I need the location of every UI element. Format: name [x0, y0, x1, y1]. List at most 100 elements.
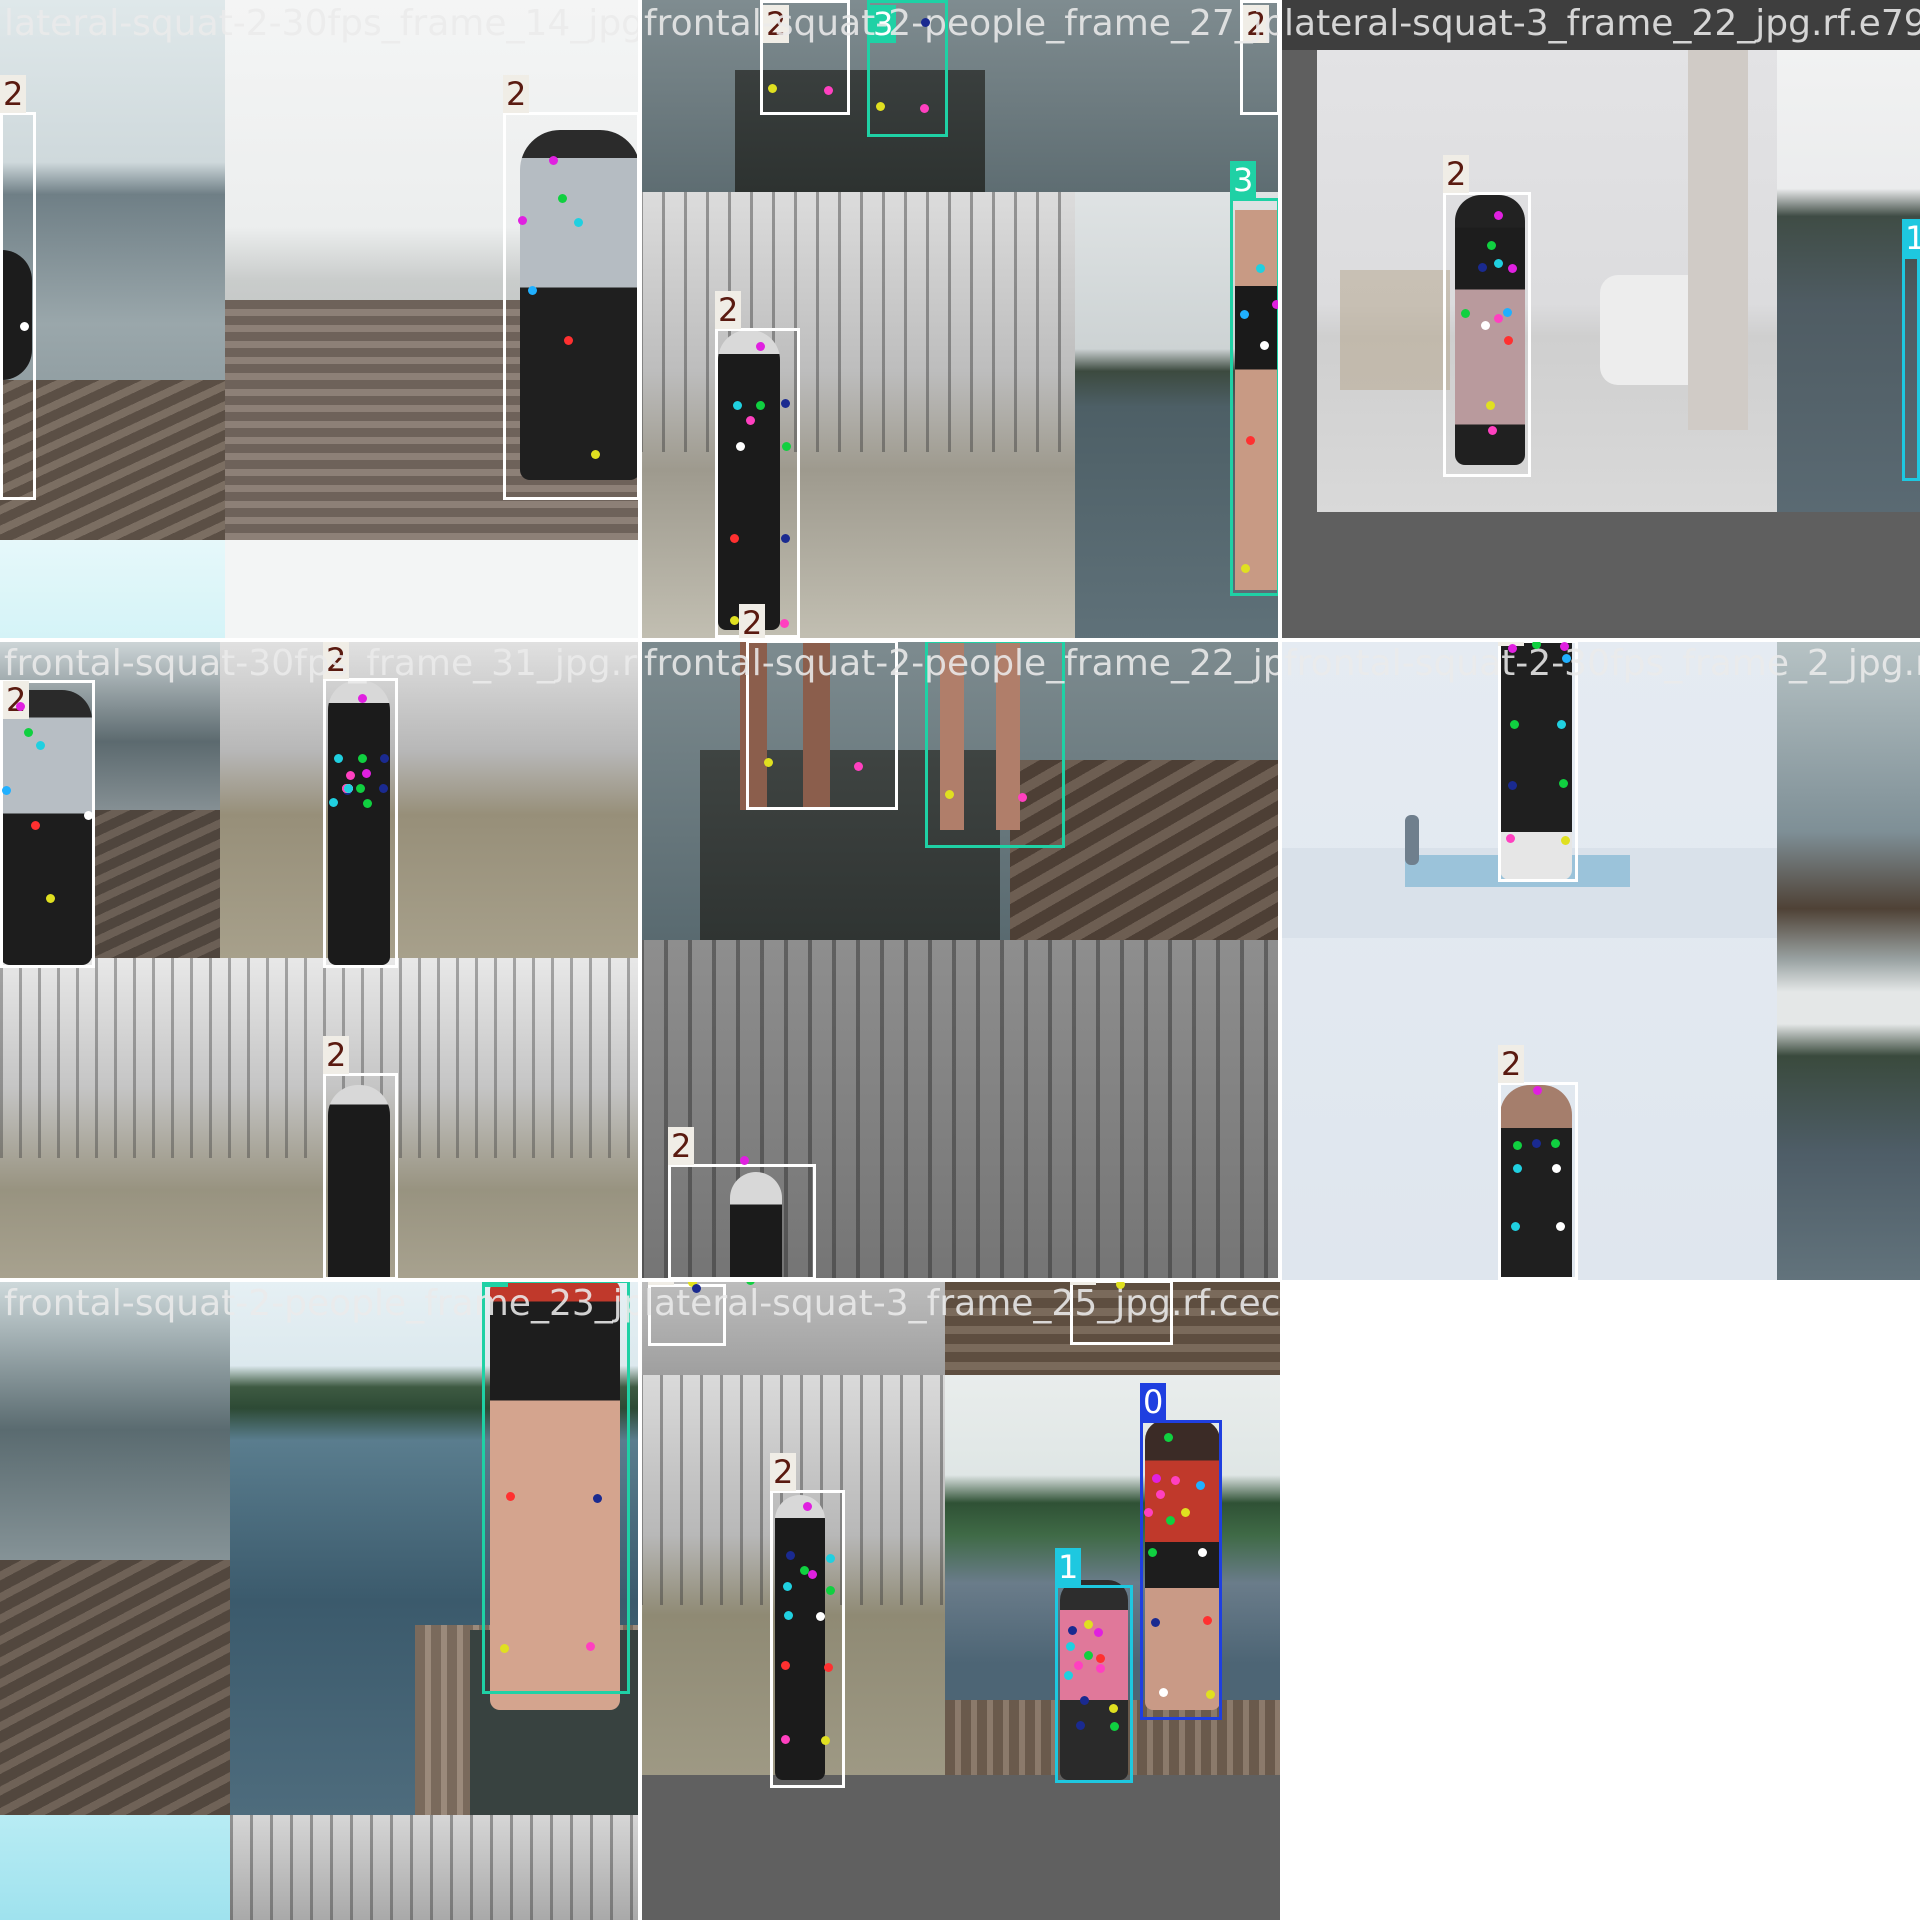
class-label: 2	[770, 1453, 797, 1491]
keypoint	[1532, 1139, 1541, 1148]
keypoint	[736, 442, 745, 451]
keypoint	[1494, 314, 1503, 323]
keypoint	[1562, 654, 1571, 663]
keypoint	[549, 156, 558, 165]
keypoint	[756, 401, 765, 410]
keypoint	[1151, 1618, 1160, 1627]
keypoint	[1152, 1474, 1161, 1483]
keypoint	[1156, 1490, 1165, 1499]
photo-scene	[1280, 0, 1920, 640]
keypoint	[730, 616, 739, 625]
keypoint	[821, 1736, 830, 1745]
keypoint	[1096, 1654, 1105, 1663]
keypoint	[380, 754, 389, 763]
keypoint	[84, 811, 93, 820]
keypoint	[1096, 1664, 1105, 1673]
keypoint	[24, 728, 33, 737]
keypoint	[781, 1661, 790, 1670]
keypoint	[1159, 1688, 1168, 1697]
keypoint	[1144, 1508, 1153, 1517]
class-label: 0	[1140, 1383, 1167, 1421]
keypoint	[1551, 1139, 1560, 1148]
keypoint	[1246, 436, 1255, 445]
keypoint	[1064, 1671, 1073, 1680]
keypoint	[816, 1612, 825, 1621]
keypoint	[586, 1642, 595, 1651]
keypoint	[1506, 834, 1515, 843]
mosaic-tile: frontal-squat-2-30fps_frame_2_jpg.rf 2 2	[1280, 640, 1920, 1280]
keypoint	[826, 1586, 835, 1595]
photo-scene	[1280, 640, 1920, 1280]
keypoint	[784, 1611, 793, 1620]
keypoint	[783, 1582, 792, 1591]
keypoint	[1552, 1164, 1561, 1173]
bounding-box: 2	[503, 75, 640, 500]
keypoint	[1533, 1086, 1542, 1095]
keypoint	[2, 786, 11, 795]
keypoint	[768, 84, 777, 93]
keypoint	[824, 1663, 833, 1672]
keypoint	[1148, 1548, 1157, 1557]
class-label: 1	[1055, 1548, 1082, 1586]
image-caption: frontal-squat-2-people_frame_27_jpg.rf.7	[644, 3, 1280, 44]
image-caption: frontal-squat-2-people_frame_23_jpg	[4, 1283, 640, 1324]
keypoint	[36, 741, 45, 750]
bounding-box: 2	[1443, 155, 1531, 477]
keypoint	[344, 784, 353, 793]
keypoint	[1504, 336, 1513, 345]
bounding-box: 2	[715, 291, 800, 638]
bounding-box: 3	[1230, 161, 1280, 596]
class-label: 2	[668, 1127, 695, 1165]
bounding-box: 2	[323, 641, 398, 968]
image-caption: frontal-squat-30fps_frame_31_jpg.rf.f78	[4, 643, 640, 684]
keypoint	[1557, 720, 1566, 729]
keypoint	[379, 784, 388, 793]
keypoint	[876, 102, 885, 111]
keypoint	[740, 1156, 749, 1165]
keypoint	[1260, 341, 1269, 350]
keypoint	[1486, 401, 1495, 410]
class-label: 2	[3, 681, 30, 719]
mosaic-tile: lateral-squat-3_frame_25_jpg.rf.cec4b833…	[640, 1280, 1280, 1920]
image-caption: lateral-squat-3_frame_22_jpg.rf.e794b	[1284, 3, 1920, 44]
keypoint	[1084, 1651, 1093, 1660]
keypoint	[1510, 720, 1519, 729]
keypoint	[334, 754, 343, 763]
tile-divider	[0, 638, 1920, 642]
class-label: 2	[0, 75, 27, 113]
keypoint	[756, 342, 765, 351]
mosaic-grid: lateral-squat-2-30fps_frame_14_jpg.rf 2 …	[0, 0, 1920, 1920]
keypoint	[558, 194, 567, 203]
bounding-box: 2	[0, 75, 36, 500]
keypoint	[329, 798, 338, 807]
keypoint	[1494, 259, 1503, 268]
image-caption: lateral-squat-2-30fps_frame_14_jpg.rf	[4, 3, 640, 44]
class-label: 2	[1498, 1045, 1525, 1083]
keypoint	[1481, 321, 1490, 330]
bounding-box: 2	[770, 1453, 845, 1788]
keypoint	[46, 894, 55, 903]
mosaic-tile: frontal-squat-2-people_frame_23_jpg 3	[0, 1280, 640, 1920]
keypoint	[781, 534, 790, 543]
keypoint	[31, 821, 40, 830]
mosaic-tile: lateral-squat-2-30fps_frame_14_jpg.rf 2 …	[0, 0, 640, 640]
class-label: 1	[1902, 219, 1920, 257]
keypoint	[1094, 1628, 1103, 1637]
keypoint	[356, 784, 365, 793]
keypoint	[1488, 426, 1497, 435]
keypoint	[1203, 1616, 1212, 1625]
keypoint	[808, 1570, 817, 1579]
mosaic-tile: lateral-squat-3_frame_22_jpg.rf.e794b 2 …	[1280, 0, 1920, 640]
bounding-box: 3	[482, 1280, 630, 1694]
keypoint	[1166, 1516, 1175, 1525]
keypoint	[500, 1644, 509, 1653]
keypoint	[1494, 211, 1503, 220]
keypoint	[1171, 1476, 1180, 1485]
bounding-box: 2	[668, 1127, 816, 1280]
keypoint	[1508, 781, 1517, 790]
bounding-box: 2	[1498, 1045, 1578, 1280]
keypoint	[764, 758, 773, 767]
keypoint	[1478, 263, 1487, 272]
keypoint	[746, 416, 755, 425]
keypoint	[518, 216, 527, 225]
